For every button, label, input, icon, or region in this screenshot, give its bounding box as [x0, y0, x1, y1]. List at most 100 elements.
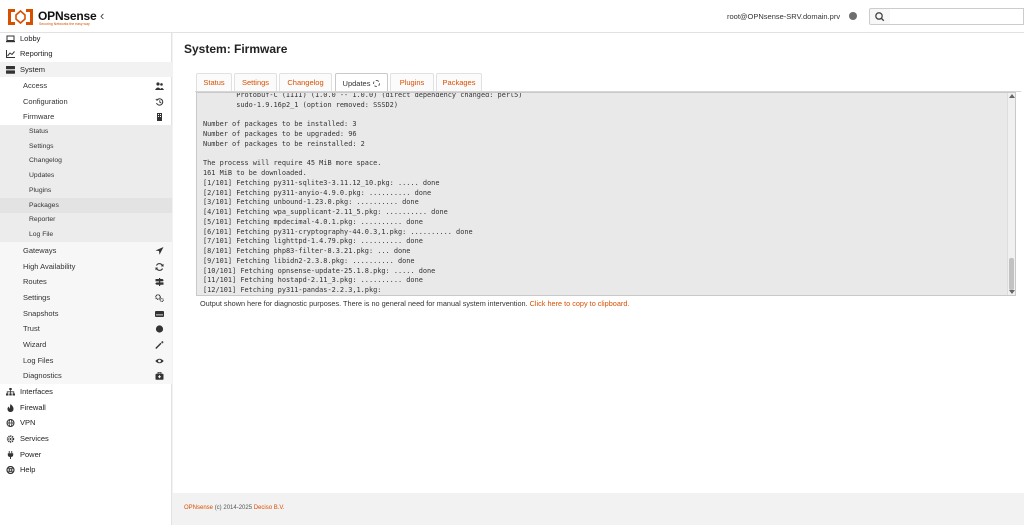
sidebar-label: Reporting [20, 49, 53, 58]
note-text: Output shown here for diagnostic purpose… [200, 299, 528, 308]
sidebar-item-log-files[interactable]: Log Files [0, 353, 172, 368]
copy-to-clipboard-link[interactable]: Click here to copy to clipboard. [530, 299, 630, 308]
tab-label: Status [203, 78, 225, 87]
update-output-console[interactable]: Protobuf-C (IIII) (1.0.0 -- 1.0.0) (dire… [196, 92, 1016, 296]
sidebar-item-system[interactable]: System [0, 62, 172, 77]
sidebar-label: System [20, 65, 46, 74]
main-content: System: Firmware Status Settings Changel… [173, 33, 1024, 493]
chevron-left-icon[interactable]: ‹ [100, 9, 110, 23]
sidebar: Lobby Reporting System Access Configurat… [0, 33, 172, 525]
console-line: [1/101] Fetching py311-sqlite3-3.11.12_1… [203, 178, 440, 187]
opnsense-logo[interactable]: OPNsense Securing Networks the easy way [6, 7, 106, 27]
spinner-icon [373, 79, 381, 87]
sidebar-label: Configuration [23, 97, 68, 106]
tab-label: Changelog [287, 78, 324, 87]
sidebar-item-diagnostics[interactable]: Diagnostics [0, 368, 172, 383]
tab-packages[interactable]: Packages [436, 73, 482, 91]
console-line: sudo-1.9.16p2_1 (option removed: SSSD2) [203, 100, 398, 109]
sidebar-item-lobby[interactable]: Lobby [0, 31, 172, 46]
sidebar-item-fw-updates[interactable]: Updates [0, 168, 172, 183]
console-line: [5/101] Fetching mpdecimal-4.0.1.pkg: ..… [203, 217, 423, 226]
sidebar-label: Reporter [29, 216, 56, 223]
sidebar-label: Snapshots [23, 309, 59, 318]
sidebar-label: Access [23, 81, 48, 90]
sidebar-item-fw-changelog[interactable]: Changelog [0, 153, 172, 168]
sidebar-item-power[interactable]: Power [0, 447, 172, 462]
plug-icon [6, 450, 15, 459]
sidebar-label: Status [29, 128, 49, 135]
sidebar-label: Power [20, 450, 42, 459]
console-scrollbar[interactable] [1007, 93, 1015, 295]
sidebar-item-fw-packages[interactable]: Packages [0, 198, 172, 213]
diagnostic-note: Output shown here for diagnostic purpose… [200, 299, 629, 308]
sidebar-label: Interfaces [20, 387, 53, 396]
sidebar-item-fw-settings[interactable]: Settings [0, 139, 172, 154]
tab-settings[interactable]: Settings [234, 73, 277, 91]
sidebar-label: Packages [29, 202, 59, 209]
sidebar-item-fw-reporter[interactable]: Reporter [0, 212, 172, 227]
tab-plugins[interactable]: Plugins [390, 73, 434, 91]
tab-changelog[interactable]: Changelog [279, 73, 332, 91]
chart-icon [6, 49, 15, 58]
search-icon [875, 12, 885, 22]
sidebar-label: VPN [20, 418, 36, 427]
sidebar-item-wizard[interactable]: Wizard [0, 337, 172, 352]
footer: OPNsense (c) 2014-2025 Deciso B.V. [173, 493, 1024, 525]
footer-vendor-link[interactable]: Deciso B.V. [254, 505, 285, 511]
sidebar-item-firmware[interactable]: Firmware [0, 109, 172, 124]
console-line: [12/101] Fetching py311-pandas-2.2.3,1.p… [203, 286, 382, 294]
search-button[interactable] [869, 8, 891, 25]
status-dot-icon[interactable] [849, 12, 857, 20]
sidebar-item-high-availability[interactable]: High Availability [0, 259, 172, 274]
sidebar-item-firewall[interactable]: Firewall [0, 400, 172, 415]
scroll-down-icon[interactable] [1009, 290, 1015, 294]
sidebar-label: High Availability [23, 262, 76, 271]
sidebar-item-routes[interactable]: Routes [0, 274, 172, 289]
sidebar-item-trust[interactable]: Trust [0, 321, 172, 336]
sidebar-item-reporting[interactable]: Reporting [0, 46, 172, 61]
sidebar-item-vpn[interactable]: VPN [0, 415, 172, 430]
console-line: [6/101] Fetching py311-cryptography-44.0… [203, 227, 473, 236]
sidebar-label: Firmware [23, 112, 55, 121]
sidebar-item-configuration[interactable]: Configuration [0, 94, 172, 109]
sidebar-item-gateways[interactable]: Gateways [0, 243, 172, 258]
life-ring-icon [6, 465, 15, 474]
sidebar-item-help[interactable]: Help [0, 462, 172, 477]
footer-text: OPNsense (c) 2014-2025 Deciso B.V. [184, 505, 285, 511]
server-icon [6, 65, 15, 74]
sidebar-label: Changelog [29, 157, 62, 164]
sidebar-item-fw-plugins[interactable]: Plugins [0, 183, 172, 198]
user-menu[interactable]: root@OPNsense-SRV.domain.prv [727, 12, 840, 21]
console-line: [10/101] Fetching opnsense-update-25.1.8… [203, 266, 436, 275]
globe-icon [6, 418, 15, 427]
sidebar-item-interfaces[interactable]: Interfaces [0, 384, 172, 399]
console-line: Protobuf-C (IIII) (1.0.0 -- 1.0.0) (dire… [203, 92, 523, 99]
scroll-up-icon[interactable] [1009, 94, 1015, 98]
sidebar-item-settings[interactable]: Settings [0, 290, 172, 305]
location-arrow-icon [155, 246, 164, 255]
sidebar-item-services[interactable]: Services [0, 431, 172, 446]
history-icon [155, 97, 164, 106]
page-title: System: Firmware [184, 42, 288, 56]
tab-updates[interactable]: Updates [335, 73, 388, 92]
console-line: Number of packages to be installed: 3 [203, 120, 357, 129]
search-input[interactable] [890, 8, 1024, 25]
console-line: [8/101] Fetching php83-filter-8.3.21.pkg… [203, 247, 411, 255]
top-navbar: OPNsense Securing Networks the easy way … [0, 0, 1024, 33]
console-line: Number of packages to be reinstalled: 2 [203, 139, 365, 148]
medkit-icon [155, 371, 164, 380]
tab-status[interactable]: Status [196, 73, 232, 91]
sidebar-item-fw-log-file[interactable]: Log File [0, 227, 172, 242]
console-line: [9/101] Fetching libidn2-2.3.8.pkg: ....… [203, 256, 415, 265]
gear-icon [6, 434, 15, 443]
footer-brand-link[interactable]: OPNsense [184, 505, 213, 511]
sidebar-item-snapshots[interactable]: Snapshots [0, 306, 172, 321]
scroll-thumb[interactable] [1009, 258, 1014, 290]
tab-label: Updates [342, 78, 371, 88]
console-line: 161 MiB to be downloaded. [203, 169, 307, 177]
footer-copyright: (c) 2014-2025 [214, 505, 253, 511]
sidebar-item-access[interactable]: Access [0, 78, 172, 93]
sidebar-item-fw-status[interactable]: Status [0, 124, 172, 139]
certificate-icon [155, 324, 164, 333]
